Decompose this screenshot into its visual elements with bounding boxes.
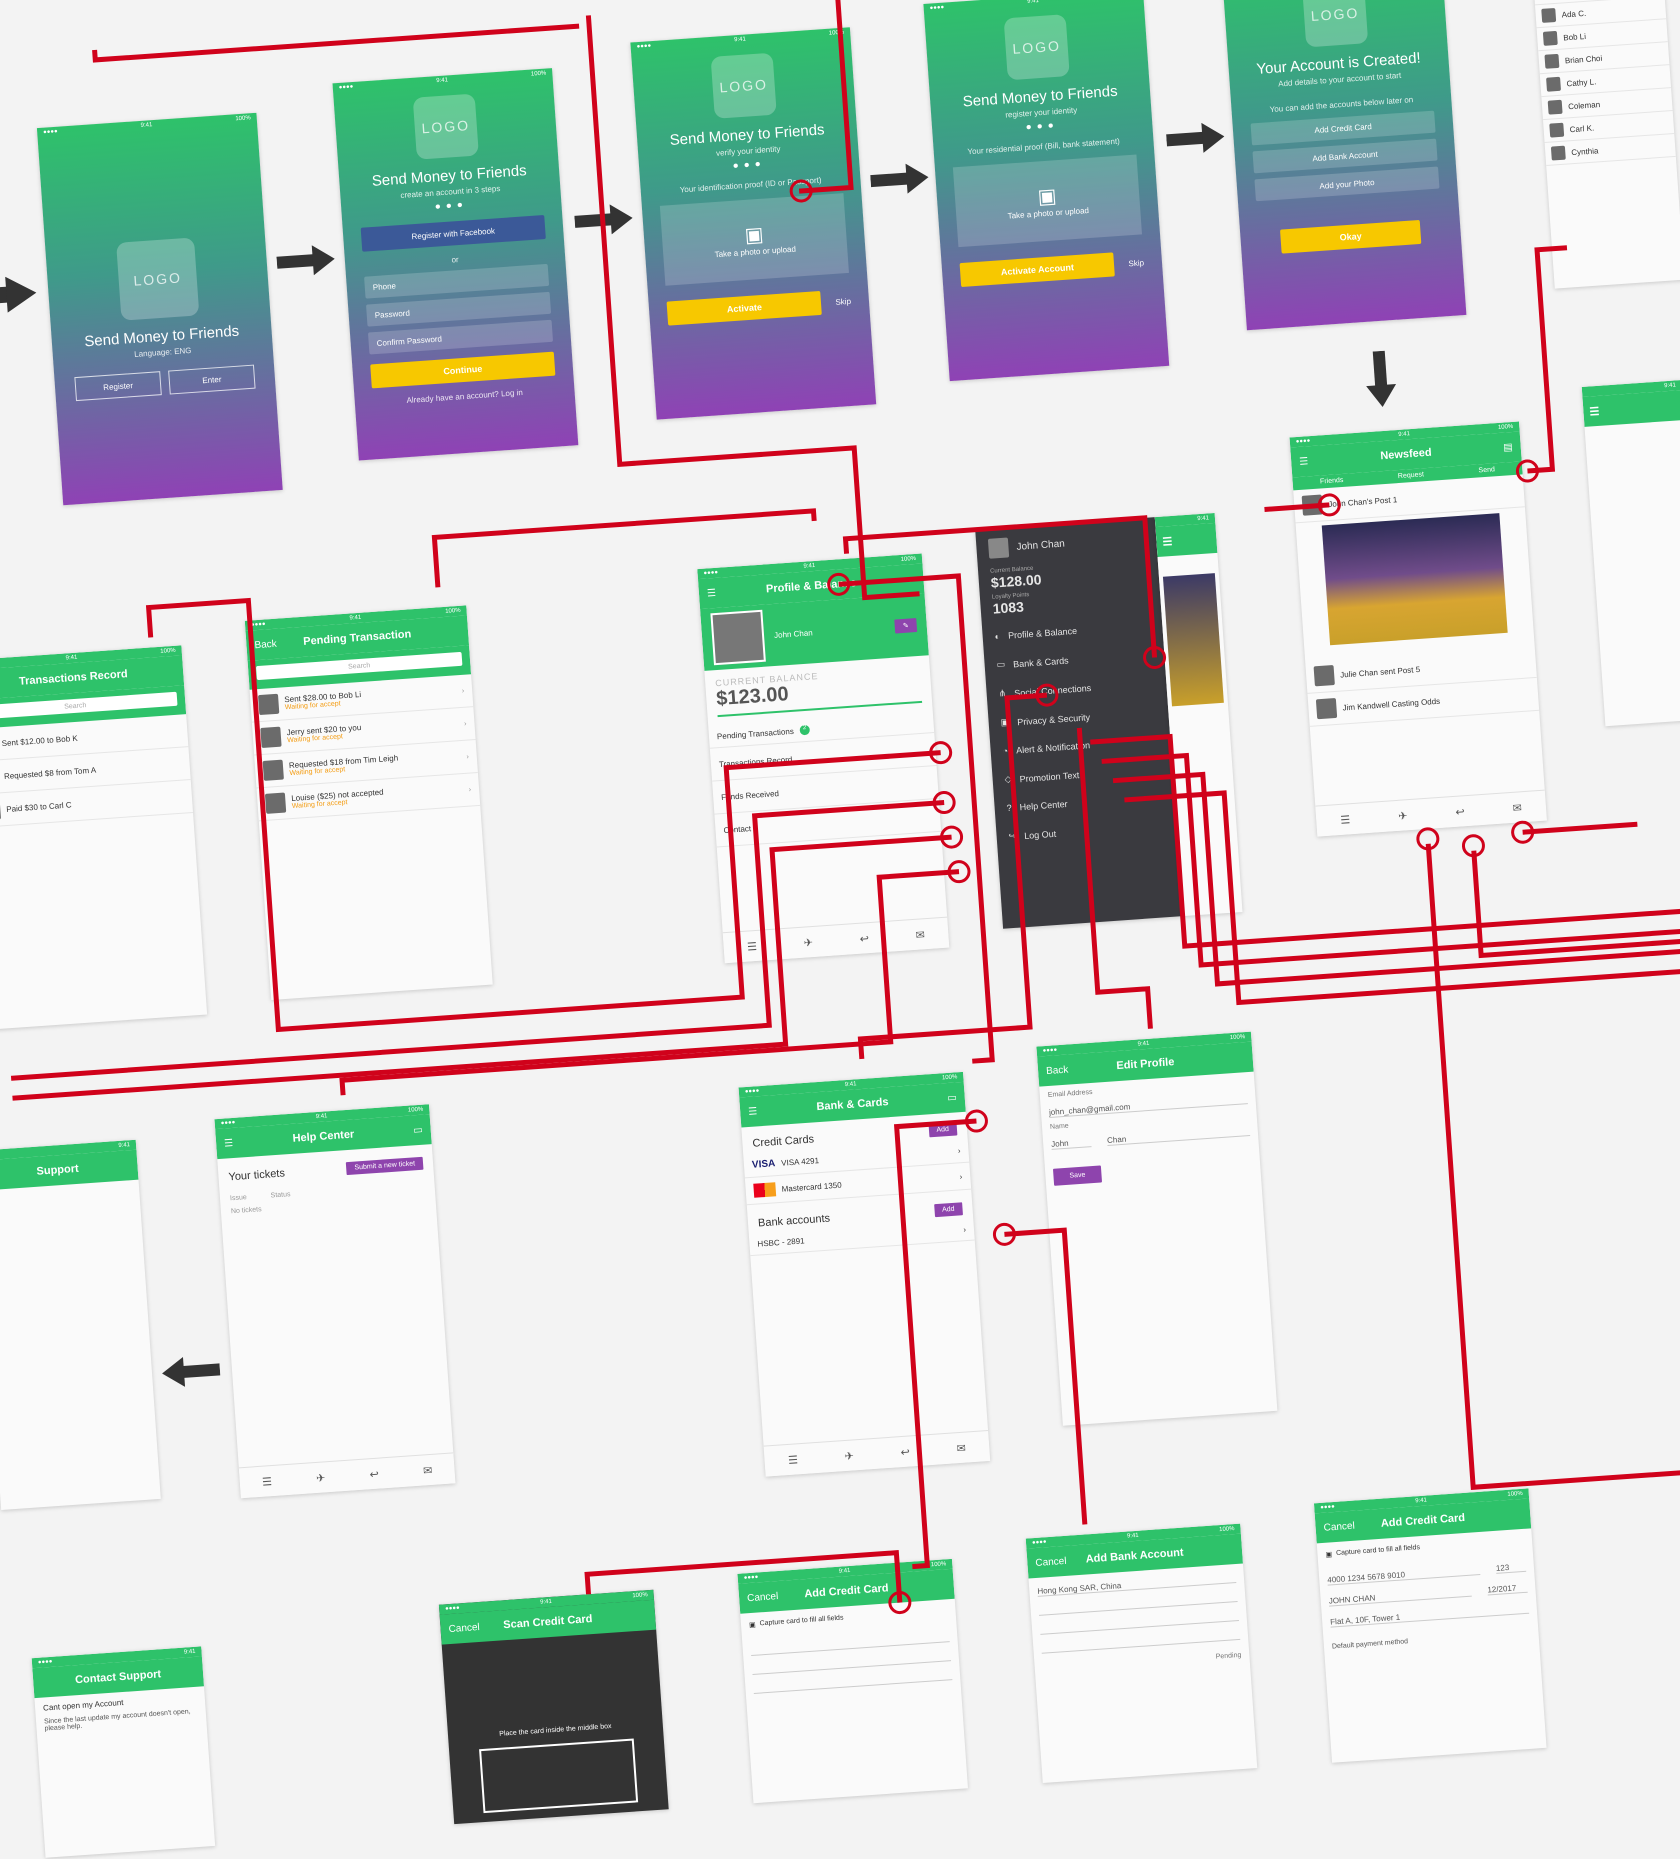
- connector-line: [431, 508, 817, 588]
- connector-line: [1076, 727, 1153, 1029]
- connector-line: [145, 597, 941, 1033]
- connector-line: [339, 869, 960, 1096]
- connector-line: [0, 800, 945, 1083]
- connector-line: [893, 1118, 977, 1570]
- connector-line: [1004, 1227, 1088, 1525]
- wireflow-canvas: ●●●● 9:41 100% LOGO Send Money to Friends …: [0, 0, 1680, 1858]
- connector-wires: [0, 0, 1680, 1615]
- connector-line: [0, 834, 952, 1103]
- connector-line: [798, 0, 854, 194]
- connector-line: [857, 692, 1048, 1060]
- connector-line: [838, 573, 995, 1064]
- connector-line: [584, 1550, 903, 1603]
- connector-line: [91, 23, 580, 63]
- connector-line: [1522, 821, 1638, 835]
- connector-line: [1527, 245, 1568, 474]
